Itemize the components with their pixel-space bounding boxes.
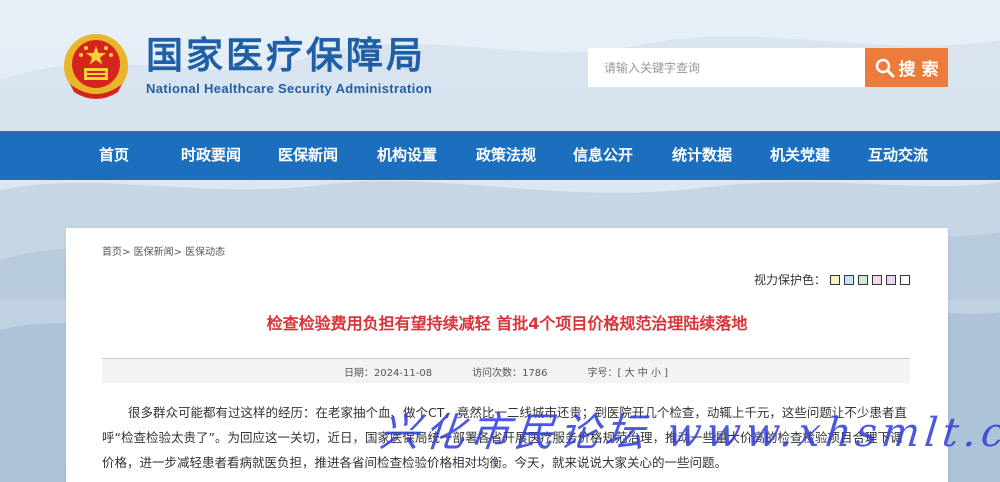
font-size-options[interactable]: [ 大 中 小 ] bbox=[618, 368, 669, 379]
article-views: 访问次数：1786 bbox=[472, 367, 548, 379]
color-swatch-white[interactable] bbox=[900, 274, 910, 285]
article-meta: 日期：2024-11-08 访问次数：1786 字号：[ 大 中 小 ] bbox=[102, 358, 910, 383]
site-title-en: National Healthcare Security Administrat… bbox=[146, 81, 433, 96]
site-title-cn: 国家医疗保障局 bbox=[146, 34, 426, 77]
breadcrumb-home[interactable]: 首页 bbox=[102, 247, 122, 258]
search-icon bbox=[875, 58, 895, 77]
nav-item-interaction[interactable]: 互动交流 bbox=[861, 131, 935, 180]
site-header: 国家医疗保障局 National Healthcare Security Adm… bbox=[0, 0, 1000, 130]
search-box: 搜 索 bbox=[588, 48, 948, 87]
watermark: 兴化市民论坛 www.xhsmlt.com bbox=[377, 410, 1000, 456]
eye-protection-label: 视力保护色： bbox=[753, 273, 826, 287]
eye-protection-selector: 视力保护色： bbox=[754, 271, 910, 288]
search-input[interactable] bbox=[588, 48, 866, 87]
breadcrumb-separator: > bbox=[122, 247, 131, 258]
breadcrumb-healthcare-news[interactable]: 医保新闻 bbox=[134, 247, 174, 258]
breadcrumb: 首页> 医保新闻> 医保动态 bbox=[102, 243, 225, 258]
nav-item-healthcare-news[interactable]: 医保新闻 bbox=[271, 131, 345, 180]
main-nav: 首页 时政要闻 医保新闻 机构设置 政策法规 信息公开 统计数据 机关党建 互动… bbox=[0, 131, 1000, 180]
color-swatch-yellow[interactable] bbox=[830, 274, 840, 285]
color-swatch-blue[interactable] bbox=[844, 274, 854, 285]
color-swatch-pink[interactable] bbox=[872, 274, 882, 285]
search-button[interactable]: 搜 索 bbox=[865, 48, 948, 87]
article-title: 检查检验费用负担有望持续减轻 首批4个项目价格规范治理陆续落地 bbox=[266, 314, 748, 333]
nav-item-policies[interactable]: 政策法规 bbox=[469, 131, 543, 180]
nav-item-politics-news[interactable]: 时政要闻 bbox=[174, 131, 248, 180]
article-date: 日期：2024-11-08 bbox=[343, 367, 433, 379]
nav-item-party-building[interactable]: 机关党建 bbox=[763, 131, 837, 180]
color-swatch-purple[interactable] bbox=[886, 274, 896, 285]
breadcrumb-separator: > bbox=[173, 247, 182, 258]
color-swatch-green[interactable] bbox=[858, 274, 868, 285]
national-emblem-icon bbox=[64, 34, 128, 99]
nav-item-home[interactable]: 首页 bbox=[92, 131, 136, 180]
nav-item-statistics[interactable]: 统计数据 bbox=[665, 131, 739, 180]
font-size-control: 字号：[ 大 中 小 ] bbox=[587, 367, 669, 379]
nav-item-organization[interactable]: 机构设置 bbox=[370, 131, 444, 180]
search-button-label: 搜 索 bbox=[898, 60, 939, 80]
nav-item-info-disclosure[interactable]: 信息公开 bbox=[566, 131, 640, 180]
breadcrumb-healthcare-updates[interactable]: 医保动态 bbox=[185, 247, 225, 258]
